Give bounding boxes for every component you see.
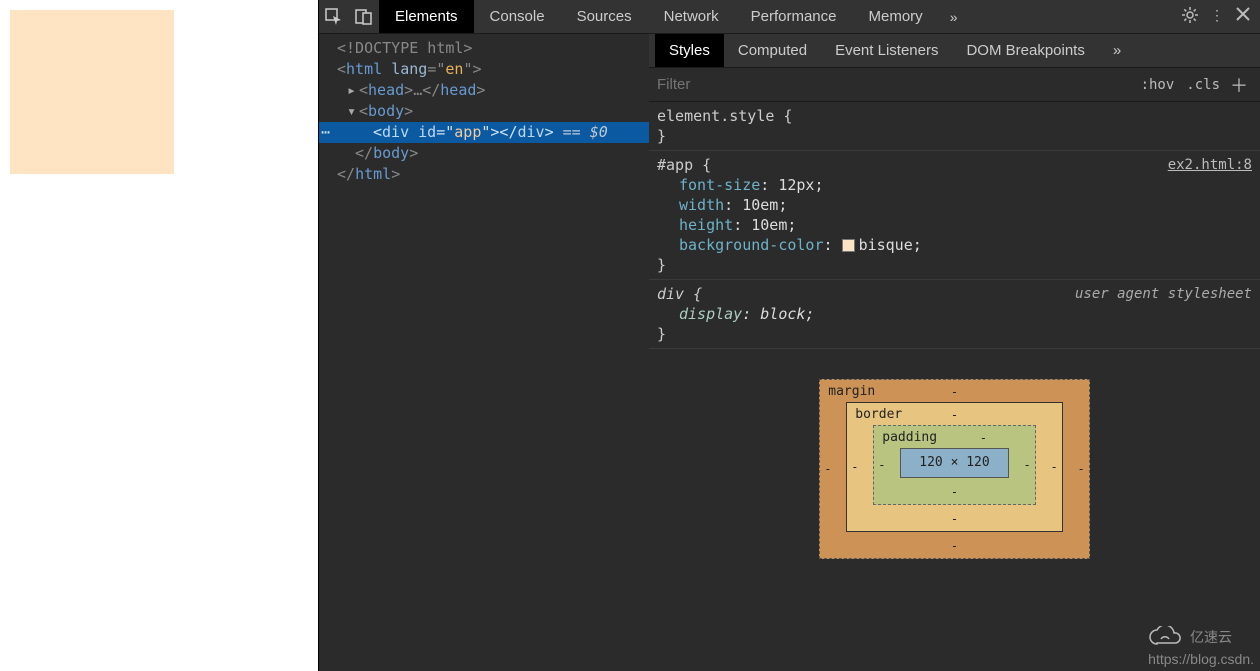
stabs-overflow-icon[interactable]: » [1099, 34, 1135, 67]
cloud-icon [1148, 626, 1182, 651]
tabs-overflow-icon[interactable]: » [939, 0, 969, 34]
styles-filter-input[interactable] [657, 76, 1135, 93]
page-preview [0, 0, 318, 671]
bm-margin-label: margin [828, 382, 875, 402]
hov-toggle[interactable]: :hov [1135, 77, 1181, 93]
bm-content-size: 120 × 120 [900, 448, 1008, 478]
dom-tree[interactable]: <!DOCTYPE html> <html lang="en"> ▸<head>… [319, 34, 649, 671]
rule-app[interactable]: ex2.html:8 #app { font-size: 12px; width… [649, 151, 1260, 280]
watermark: 亿速云 https://blog.csdn. [1148, 626, 1254, 667]
devtools-main-toolbar: Elements Console Sources Network Perform… [319, 0, 1260, 34]
cls-toggle[interactable]: .cls [1180, 77, 1226, 93]
styles-tab-group: Styles Computed Event Listeners DOM Brea… [649, 34, 1260, 68]
dom-body-close[interactable]: </body> [319, 143, 649, 164]
stab-dom-breakpoints[interactable]: DOM Breakpoints [952, 34, 1098, 67]
tab-console[interactable]: Console [474, 0, 561, 33]
bm-border-label: border [855, 405, 902, 425]
tab-network[interactable]: Network [648, 0, 735, 33]
tab-sources[interactable]: Sources [561, 0, 648, 33]
styles-panel: Styles Computed Event Listeners DOM Brea… [649, 34, 1260, 671]
styles-filter-row: :hov .cls ＋ [649, 68, 1260, 102]
dom-body-open[interactable]: ▾<body> [319, 101, 649, 122]
tab-elements[interactable]: Elements [379, 0, 474, 33]
devtools-panel: Elements Console Sources Network Perform… [318, 0, 1260, 671]
stab-event-listeners[interactable]: Event Listeners [821, 34, 952, 67]
dom-selected-div[interactable]: <div id="app"></div> == $0 [319, 122, 649, 143]
settings-icon[interactable] [1182, 7, 1198, 26]
tab-memory[interactable]: Memory [853, 0, 939, 33]
rule-div-ua[interactable]: user agent stylesheet div { display: blo… [649, 280, 1260, 349]
watermark-url: https://blog.csdn. [1148, 651, 1254, 667]
close-icon[interactable] [1236, 7, 1250, 26]
device-toolbar-icon[interactable] [349, 0, 379, 34]
dom-head[interactable]: ▸<head>…</head> [319, 80, 649, 101]
app-element[interactable] [10, 10, 174, 174]
devtools-tab-group: Elements Console Sources Network Perform… [379, 0, 969, 33]
rule-origin-link[interactable]: ex2.html:8 [1168, 155, 1252, 175]
color-swatch-bisque[interactable] [842, 239, 855, 252]
menu-icon[interactable]: ⋮ [1210, 7, 1224, 26]
dom-html-close[interactable]: </html> [319, 164, 649, 185]
watermark-brand: 亿速云 [1190, 629, 1232, 645]
rule-origin-ua: user agent stylesheet [1075, 284, 1252, 304]
box-model[interactable]: margin - - - - border - - - - padding [649, 349, 1260, 599]
bm-padding-label: padding [882, 428, 937, 448]
new-style-rule-icon[interactable]: ＋ [1226, 72, 1252, 98]
rule-element-style[interactable]: element.style { } [649, 102, 1260, 151]
dom-html-open[interactable]: <html lang="en"> [319, 59, 649, 80]
stab-styles[interactable]: Styles [655, 34, 724, 67]
tab-performance[interactable]: Performance [735, 0, 853, 33]
stab-computed[interactable]: Computed [724, 34, 821, 67]
inspect-element-icon[interactable] [319, 0, 349, 34]
dom-doctype[interactable]: <!DOCTYPE html> [319, 38, 649, 59]
